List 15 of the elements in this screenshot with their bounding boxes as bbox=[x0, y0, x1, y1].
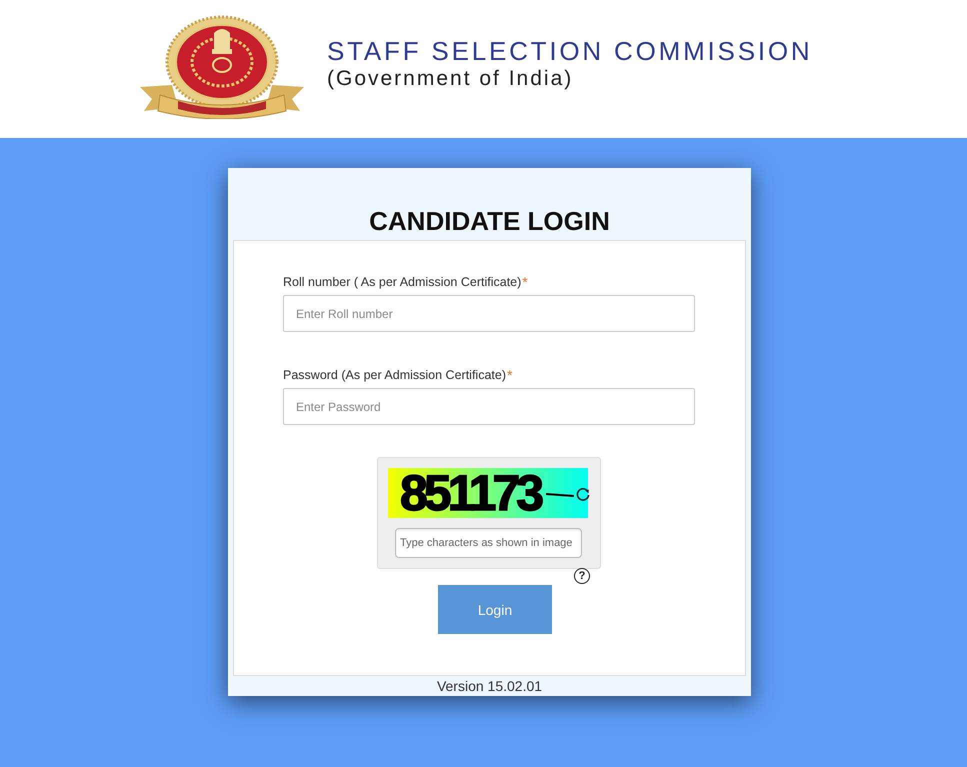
refresh-icon[interactable] bbox=[576, 487, 590, 501]
field-label: Roll number ( As per Admission Certificate) bbox=[283, 274, 522, 291]
organization-subtitle: (Government of India) bbox=[327, 66, 574, 92]
required-mark: * bbox=[522, 273, 528, 291]
emblem-icon bbox=[138, 15, 306, 119]
required-mark: * bbox=[507, 366, 512, 384]
captcha-field[interactable]: Type characters as shown in image bbox=[395, 528, 582, 558]
help-button[interactable]: ? bbox=[574, 568, 590, 584]
card-title: CANDIDATE LOGIN bbox=[369, 205, 610, 238]
field-label: Password (As per Admission Certificate) bbox=[283, 367, 506, 384]
captcha-text: 851173 bbox=[400, 472, 540, 514]
input-field[interactable]: Enter Roll number bbox=[283, 295, 695, 332]
version-text: Version 15.02.01 bbox=[436, 677, 544, 696]
organization-title: STAFF SELECTION COMMISSION bbox=[327, 36, 812, 66]
input-field[interactable]: Enter Password bbox=[283, 388, 695, 425]
